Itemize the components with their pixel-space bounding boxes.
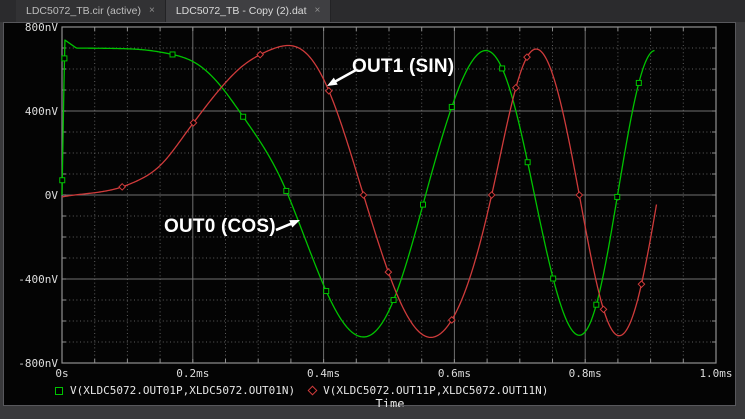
legend-label-out1: V(XLDC5072.OUT11P,XLDC5072.OUT11N) bbox=[323, 384, 548, 397]
svg-text:0.6ms: 0.6ms bbox=[438, 367, 471, 380]
legend-trace-out1[interactable]: V(XLDC5072.OUT11P,XLDC5072.OUT11N) bbox=[309, 384, 548, 397]
window-frame-right bbox=[736, 22, 745, 407]
tab-cir-file[interactable]: LDC5072_TB.cir (active) × bbox=[16, 0, 166, 22]
svg-text:0.8ms: 0.8ms bbox=[569, 367, 602, 380]
tab-dat-file[interactable]: LDC5072_TB - Copy (2).dat × bbox=[166, 0, 332, 22]
diamond-marker-icon bbox=[308, 386, 318, 396]
trace-legend: V(XLDC5072.OUT01P,XLDC5072.OUT01N) V(XLD… bbox=[55, 384, 548, 397]
svg-text:0.4ms: 0.4ms bbox=[307, 367, 340, 380]
window-frame-left bbox=[0, 22, 3, 407]
window-frame-bottom bbox=[0, 407, 745, 419]
close-icon[interactable]: × bbox=[149, 6, 155, 16]
svg-text:-800nV: -800nV bbox=[18, 357, 58, 370]
svg-text:0.2ms: 0.2ms bbox=[176, 367, 209, 380]
square-marker-icon bbox=[55, 387, 63, 395]
legend-label-out0: V(XLDC5072.OUT01P,XLDC5072.OUT01N) bbox=[70, 384, 295, 397]
svg-text:0V: 0V bbox=[45, 189, 59, 202]
svg-text:-400nV: -400nV bbox=[18, 273, 58, 286]
close-icon[interactable]: × bbox=[315, 6, 321, 16]
svg-text:800nV: 800nV bbox=[25, 21, 58, 34]
legend-trace-out0[interactable]: V(XLDC5072.OUT01P,XLDC5072.OUT01N) bbox=[55, 384, 295, 397]
tab-label: LDC5072_TB.cir (active) bbox=[26, 5, 141, 17]
document-tabbar: LDC5072_TB.cir (active) × LDC5072_TB - C… bbox=[0, 0, 745, 22]
svg-text:1.0ms: 1.0ms bbox=[699, 367, 732, 380]
tab-label: LDC5072_TB - Copy (2).dat bbox=[176, 5, 307, 17]
annotation-out0-cos: OUT0 (COS) bbox=[164, 216, 276, 238]
svg-text:400nV: 400nV bbox=[25, 105, 58, 118]
annotation-out1-sin: OUT1 (SIN) bbox=[352, 56, 454, 78]
probe-window: LDC5072_TB.cir (active) × LDC5072_TB - C… bbox=[0, 0, 745, 419]
